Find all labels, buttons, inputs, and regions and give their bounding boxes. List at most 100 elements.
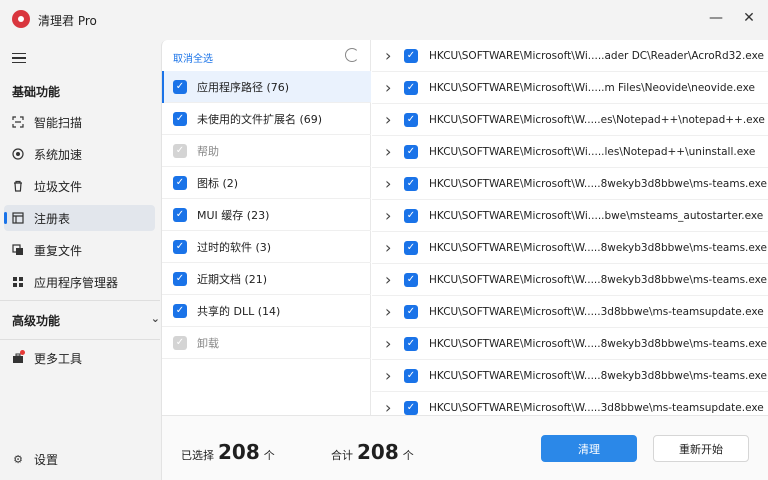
entry-checkbox[interactable]: ✓: [404, 176, 418, 191]
chevron-down-icon: ⌄: [150, 312, 160, 325]
category-checkbox: ✓: [173, 143, 187, 158]
category-label: 图标 (2): [197, 176, 239, 190]
registry-entry-row[interactable]: › ✓ HKCU\SOFTWARE\Microsoft\W.....es\Notep…: [372, 104, 768, 136]
sidebar-item-label: 重复文件: [34, 243, 83, 258]
app-title: 清理君 Pro: [38, 14, 97, 28]
category-checkbox[interactable]: ✓: [173, 207, 187, 222]
entry-checkbox[interactable]: ✓: [404, 336, 418, 351]
category-row[interactable]: ✓ 帮助: [162, 135, 371, 167]
category-row[interactable]: ✓ 过时的软件 (3): [162, 231, 371, 263]
chevron-right-icon[interactable]: ›: [385, 238, 395, 257]
registry-entry-row[interactable]: › ✓ HKCU\SOFTWARE\Microsoft\Wi.....les\Not…: [372, 136, 768, 168]
chevron-right-icon[interactable]: ›: [385, 174, 395, 193]
category-checkbox[interactable]: ✓: [173, 271, 187, 286]
duplicate-icon: [12, 244, 24, 256]
registry-entry-row[interactable]: › ✓ HKCU\SOFTWARE\Microsoft\W.....3d8bbwe\…: [372, 296, 768, 328]
sidebar-item-settings[interactable]: ⚙ 设置: [4, 446, 155, 472]
close-icon[interactable]: ✕: [737, 6, 761, 30]
deselect-all-link[interactable]: 取消全选: [173, 50, 213, 65]
title-bar: 清理君 Pro — ✕: [0, 0, 768, 40]
category-row[interactable]: ✓ 卸载: [162, 327, 371, 359]
sidebar-item-registry[interactable]: 注册表: [4, 205, 155, 231]
category-label: MUI 缓存 (23): [197, 208, 270, 222]
registry-entry-path: HKCU\SOFTWARE\Microsoft\W.....3d8bbwe\ms…: [429, 305, 764, 318]
registry-entry-row[interactable]: › ✓ HKCU\SOFTWARE\Microsoft\W.....3d8bbwe\…: [372, 392, 768, 415]
speed-icon: [12, 148, 24, 160]
chevron-right-icon[interactable]: ›: [385, 142, 395, 161]
chevron-right-icon[interactable]: ›: [385, 110, 395, 129]
category-checkbox[interactable]: ✓: [173, 111, 187, 126]
category-row[interactable]: ✓ 应用程序路径 (76): [162, 71, 371, 103]
entry-checkbox[interactable]: ✓: [404, 272, 418, 287]
chevron-right-icon[interactable]: ›: [385, 334, 395, 353]
sidebar-item-junk-files[interactable]: 垃圾文件: [4, 173, 155, 199]
chevron-right-icon[interactable]: ›: [385, 78, 395, 97]
registry-entry-row[interactable]: › ✓ HKCU\SOFTWARE\Microsoft\Wi.....bwe\mst…: [372, 200, 768, 232]
category-row[interactable]: ✓ 图标 (2): [162, 167, 371, 199]
entry-checkbox[interactable]: ✓: [404, 208, 418, 223]
registry-icon: [12, 212, 24, 224]
category-row[interactable]: ✓ 未使用的文件扩展名 (69): [162, 103, 371, 135]
registry-entry-path: HKCU\SOFTWARE\Microsoft\W.....8wekyb3d8b…: [429, 337, 768, 350]
chevron-right-icon[interactable]: ›: [385, 366, 395, 385]
section-advanced-toggle[interactable]: 高级功能 ⌄: [12, 312, 160, 329]
category-label: 近期文档 (21): [197, 272, 268, 286]
footer-bar: 已选择 208 个 合计 208 个 清理 重新开始: [162, 415, 768, 480]
entry-checkbox[interactable]: ✓: [404, 304, 418, 319]
total-unit: 个: [402, 449, 414, 462]
category-row[interactable]: ✓ MUI 缓存 (23): [162, 199, 371, 231]
registry-entry-path: HKCU\SOFTWARE\Microsoft\W.....es\Notepad…: [429, 113, 765, 126]
chevron-right-icon[interactable]: ›: [385, 206, 395, 225]
sidebar-item-system-speedup[interactable]: 系统加速: [4, 141, 155, 167]
entry-checkbox[interactable]: ✓: [404, 400, 418, 415]
sidebar-item-more-tools[interactable]: 更多工具: [4, 345, 155, 371]
entry-checkbox[interactable]: ✓: [404, 80, 418, 95]
category-label: 帮助: [197, 144, 219, 158]
chevron-right-icon[interactable]: ›: [385, 46, 395, 65]
sidebar-item-label: 应用程序管理器: [34, 275, 119, 290]
registry-entry-row[interactable]: › ✓ HKCU\SOFTWARE\Microsoft\W.....8wekyb3d…: [372, 360, 768, 392]
category-row[interactable]: ✓ 共享的 DLL (14): [162, 295, 371, 327]
registry-entry-row[interactable]: › ✓ HKCU\SOFTWARE\Microsoft\W.....8wekyb3d…: [372, 328, 768, 360]
entry-checkbox[interactable]: ✓: [404, 112, 418, 127]
scan-icon: [12, 116, 24, 128]
toolbox-icon: [12, 350, 25, 364]
chevron-right-icon[interactable]: ›: [385, 270, 395, 289]
category-label: 应用程序路径 (76): [197, 80, 290, 94]
hamburger-icon[interactable]: [12, 53, 26, 63]
registry-entry-row[interactable]: › ✓ HKCU\SOFTWARE\Microsoft\W.....8wekyb3d…: [372, 168, 768, 200]
selected-label: 已选择: [181, 449, 214, 462]
chevron-right-icon[interactable]: ›: [385, 302, 395, 321]
main-panel: 取消全选 ✓ 应用程序路径 (76) ✓ 未使用的文件扩展名 (69) ✓ 帮助 ✓ 图标 (…: [161, 40, 768, 480]
registry-entry-row[interactable]: › ✓ HKCU\SOFTWARE\Microsoft\W.....8wekyb3d…: [372, 232, 768, 264]
category-list: 取消全选 ✓ 应用程序路径 (76) ✓ 未使用的文件扩展名 (69) ✓ 帮助 ✓ 图标 (…: [162, 40, 371, 415]
registry-entry-row[interactable]: › ✓ HKCU\SOFTWARE\Microsoft\Wi.....m Files…: [372, 72, 768, 104]
entry-checkbox[interactable]: ✓: [404, 368, 418, 383]
minimize-icon[interactable]: —: [704, 6, 728, 30]
apps-icon: [12, 276, 24, 288]
clean-button[interactable]: 清理: [541, 435, 637, 462]
refresh-icon[interactable]: [345, 48, 359, 62]
category-checkbox[interactable]: ✓: [173, 239, 187, 254]
total-count: 208: [357, 440, 399, 464]
entry-checkbox[interactable]: ✓: [404, 144, 418, 159]
category-checkbox[interactable]: ✓: [173, 303, 187, 318]
entry-checkbox[interactable]: ✓: [404, 240, 418, 255]
registry-entry-row[interactable]: › ✓ HKCU\SOFTWARE\Microsoft\W.....8wekyb3d…: [372, 264, 768, 296]
restart-button[interactable]: 重新开始: [653, 435, 749, 462]
registry-entry-path: HKCU\SOFTWARE\Microsoft\W.....8wekyb3d8b…: [429, 273, 768, 286]
sidebar-item-duplicate-files[interactable]: 重复文件: [4, 237, 155, 263]
category-checkbox[interactable]: ✓: [173, 175, 187, 190]
sidebar-item-smart-scan[interactable]: 智能扫描: [4, 109, 155, 135]
category-header: 取消全选: [162, 40, 371, 71]
entry-checkbox[interactable]: ✓: [404, 48, 418, 63]
chevron-right-icon[interactable]: ›: [385, 398, 395, 415]
sidebar-item-label: 注册表: [34, 211, 71, 226]
registry-entry-path: HKCU\SOFTWARE\Microsoft\W.....8wekyb3d8b…: [429, 177, 768, 190]
registry-entry-row[interactable]: › ✓ HKCU\SOFTWARE\Microsoft\Wi.....ader DC…: [372, 40, 768, 72]
sidebar-item-label: 更多工具: [34, 351, 83, 366]
category-row[interactable]: ✓ 近期文档 (21): [162, 263, 371, 295]
sidebar-item-app-manager[interactable]: 应用程序管理器: [4, 269, 155, 295]
category-checkbox[interactable]: ✓: [173, 79, 187, 94]
category-label: 卸载: [197, 336, 219, 350]
